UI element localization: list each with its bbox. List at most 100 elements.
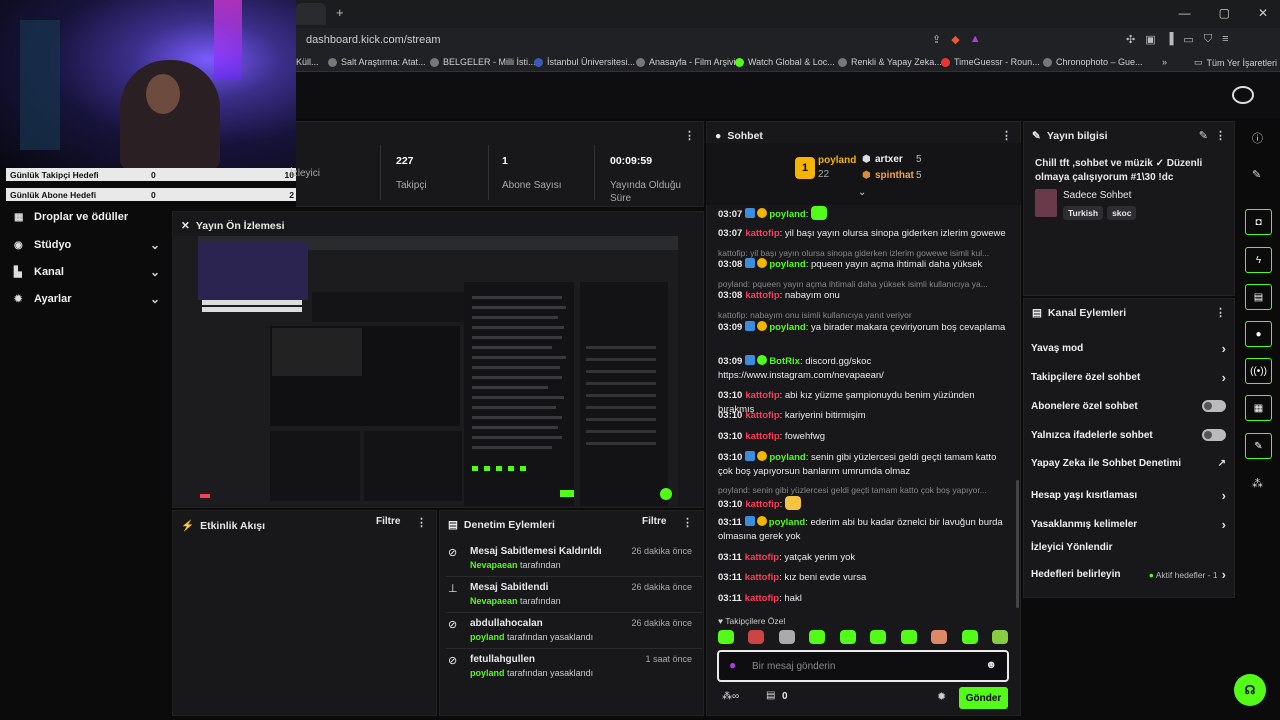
extensions-icon[interactable]: ✣ xyxy=(1126,33,1135,46)
action-banned-words[interactable]: Yasaklanmış kelimeler › xyxy=(1031,517,1226,532)
bookmark-item[interactable]: BELGELER - Milli İsti... xyxy=(430,57,536,67)
bookmark-item[interactable]: Anasayfa - Film Arşivi xyxy=(636,57,736,67)
rail-chat-icon[interactable]: ● xyxy=(1245,321,1272,347)
emote-icon[interactable] xyxy=(931,630,948,644)
activity-filter-button[interactable]: Filtre xyxy=(376,516,400,527)
more-options-icon[interactable]: ⋮ xyxy=(682,516,693,529)
nav-item-settings[interactable]: ✹ Ayarlar ⌄ xyxy=(14,292,160,306)
panel-title: Kanal Eylemleri xyxy=(1047,307,1127,319)
emote-icon[interactable] xyxy=(718,630,734,644)
category-name[interactable]: Sadece Sohbet xyxy=(1063,190,1131,201)
rail-broadcast-icon[interactable]: ((•)) xyxy=(1245,358,1272,384)
all-bookmarks[interactable]: ▭ Tüm Yer İşaretleri xyxy=(1194,57,1277,68)
emote-icon[interactable] xyxy=(839,630,856,644)
action-account-age[interactable]: Hesap yaşı kısıtlaması › xyxy=(1031,488,1226,503)
bookmark-item[interactable]: Küll... xyxy=(296,57,319,67)
close-button[interactable]: ✕ xyxy=(1258,6,1268,20)
tag[interactable]: skoc xyxy=(1107,206,1137,220)
emote-icon[interactable] xyxy=(870,630,887,644)
rail-document-icon[interactable]: ▤ xyxy=(1245,284,1272,310)
category-thumbnail xyxy=(1035,189,1057,217)
bookmark-item[interactable]: Chronophoto – Gue... xyxy=(1043,57,1143,67)
stream-preview-video[interactable] xyxy=(172,236,678,506)
tag-list: Turkish skoc xyxy=(1063,206,1140,220)
reply-context: poyland: senin gibi yüzlercesi geldi geç… xyxy=(718,485,987,495)
sidebar-icon[interactable]: ▐ xyxy=(1166,33,1174,46)
bookmark-item[interactable]: Watch Global & Loc... xyxy=(735,57,835,67)
emotes-only-toggle[interactable] xyxy=(1202,429,1226,441)
emoji-icon[interactable]: ☻ xyxy=(985,659,997,671)
support-headset-icon[interactable]: ☊ xyxy=(1234,674,1266,706)
nav-item-channel[interactable]: ▙ Kanal ⌄ xyxy=(14,265,160,279)
subscribers-only-toggle[interactable] xyxy=(1202,400,1226,412)
send-button[interactable]: Gönder xyxy=(959,687,1008,709)
nav-item-studio[interactable]: ◉ Stüdyo ⌄ xyxy=(14,238,160,252)
silver-medal-icon: ⬢ xyxy=(862,154,871,165)
loyalty-icon[interactable]: ⁂∞ xyxy=(722,691,739,702)
store-icon[interactable]: ▤ xyxy=(766,690,775,701)
action-followers-only[interactable]: Takipçilere özel sohbet › xyxy=(1031,370,1226,385)
emote-icon[interactable] xyxy=(900,630,917,644)
vpn-icon[interactable]: ⛉ xyxy=(1204,33,1212,46)
more-options-icon[interactable]: ⋮ xyxy=(1215,306,1226,319)
more-options-icon[interactable]: ⋮ xyxy=(416,516,427,529)
goal-bar: Günlük Takipçi Hedefi 0 10 xyxy=(6,168,298,181)
microphone-icon[interactable]: ● xyxy=(729,658,736,672)
leader-name[interactable]: poyland xyxy=(818,155,856,166)
collapse-icon[interactable]: ⌄ xyxy=(858,187,866,198)
apps-icon[interactable]: ⁂ xyxy=(1252,477,1263,490)
edit-icon[interactable]: ✎ xyxy=(1199,129,1208,142)
toolbar-icons: ✣ ▣ ▐ ▭ ⛉ ≡ xyxy=(1126,33,1229,46)
bookmarks-overflow[interactable]: » xyxy=(1162,57,1167,67)
rail-lightning-icon[interactable]: ϟ xyxy=(1245,247,1272,273)
emote-icon[interactable] xyxy=(991,630,1008,644)
emote-icon[interactable] xyxy=(778,630,795,644)
rail-wrench-icon[interactable]: ✎ xyxy=(1245,433,1272,459)
bookmark-item[interactable]: Salt Araştırma: Atat... xyxy=(328,57,426,67)
rail-list-icon[interactable]: ▦ xyxy=(1245,395,1272,421)
nav-item-drops[interactable]: ▦ Droplar ve ödüller xyxy=(14,211,160,223)
action-subscribers-only: Abonelere özel sohbet xyxy=(1031,400,1226,412)
settings-gear-icon[interactable]: ✹ xyxy=(937,690,946,703)
kick-logo-icon[interactable] xyxy=(1232,86,1254,104)
emote-icon[interactable] xyxy=(748,630,765,644)
leader-name[interactable]: spinthat xyxy=(875,170,914,181)
preview-thumbnail xyxy=(172,236,678,506)
url-field[interactable]: dashboard.kick.com/stream xyxy=(306,34,441,46)
brave-shield-icon[interactable]: ◆ xyxy=(951,33,959,46)
more-options-icon[interactable]: ⋮ xyxy=(1215,129,1226,142)
share-icon[interactable]: ⇪ xyxy=(932,33,941,46)
document-icon: ▤ xyxy=(1032,307,1042,319)
panel-title: Etkinlik Akışı xyxy=(200,519,266,532)
emote-icon[interactable] xyxy=(961,630,978,644)
chat-input[interactable]: ● Bir mesaj gönderin ☻ xyxy=(717,650,1009,682)
browser-tab[interactable] xyxy=(296,3,326,25)
action-host[interactable]: İzleyici Yönlendir xyxy=(1031,542,1226,553)
action-ai-moderation[interactable]: Yapay Zeka ile Sohbet Denetimi ↗ xyxy=(1031,458,1226,469)
bookmark-item[interactable]: Renkli & Yapay Zeka... xyxy=(838,57,942,67)
more-options-icon[interactable]: ⋮ xyxy=(1001,129,1012,142)
rewards-icon[interactable]: ▲ xyxy=(970,33,981,46)
more-options-icon[interactable]: ⋮ xyxy=(684,129,695,142)
wallet-icon[interactable]: ▭ xyxy=(1183,33,1193,46)
bookmark-item[interactable]: TimeGuessr - Roun... xyxy=(941,57,1040,67)
points-count: 0 xyxy=(782,691,788,702)
bookmark-item[interactable]: İstanbul Üniversitesi... xyxy=(534,57,635,67)
chat-message: 03:10 poyland: senin gibi yüzlercesi geld… xyxy=(718,451,997,477)
minimize-button[interactable]: — xyxy=(1179,6,1191,20)
rail-camera-icon[interactable]: ◘ xyxy=(1245,209,1272,235)
emote-icon[interactable] xyxy=(809,630,826,644)
maximize-button[interactable]: ▢ xyxy=(1219,6,1230,20)
stream-title: Chill tft ,sohbet ve müzik ✓ Düzenli olm… xyxy=(1035,158,1203,183)
info-icon[interactable]: ⓘ xyxy=(1252,130,1263,146)
menu-icon[interactable]: ≡ xyxy=(1222,33,1228,46)
action-slow-mode[interactable]: Yavaş mod › xyxy=(1031,341,1226,356)
screenshot-icon[interactable]: ▣ xyxy=(1145,33,1155,46)
moderation-filter-button[interactable]: Filtre xyxy=(642,516,666,527)
leader-name[interactable]: artxer xyxy=(875,154,903,165)
new-tab-button[interactable]: + xyxy=(336,5,344,20)
action-set-goals[interactable]: Hedefleri belirleyin ● Aktif hedefler - 1… xyxy=(1031,567,1226,582)
edit-icon[interactable]: ✎ xyxy=(1252,168,1261,181)
chat-scrollbar[interactable] xyxy=(1016,480,1019,608)
tag[interactable]: Turkish xyxy=(1063,206,1104,220)
